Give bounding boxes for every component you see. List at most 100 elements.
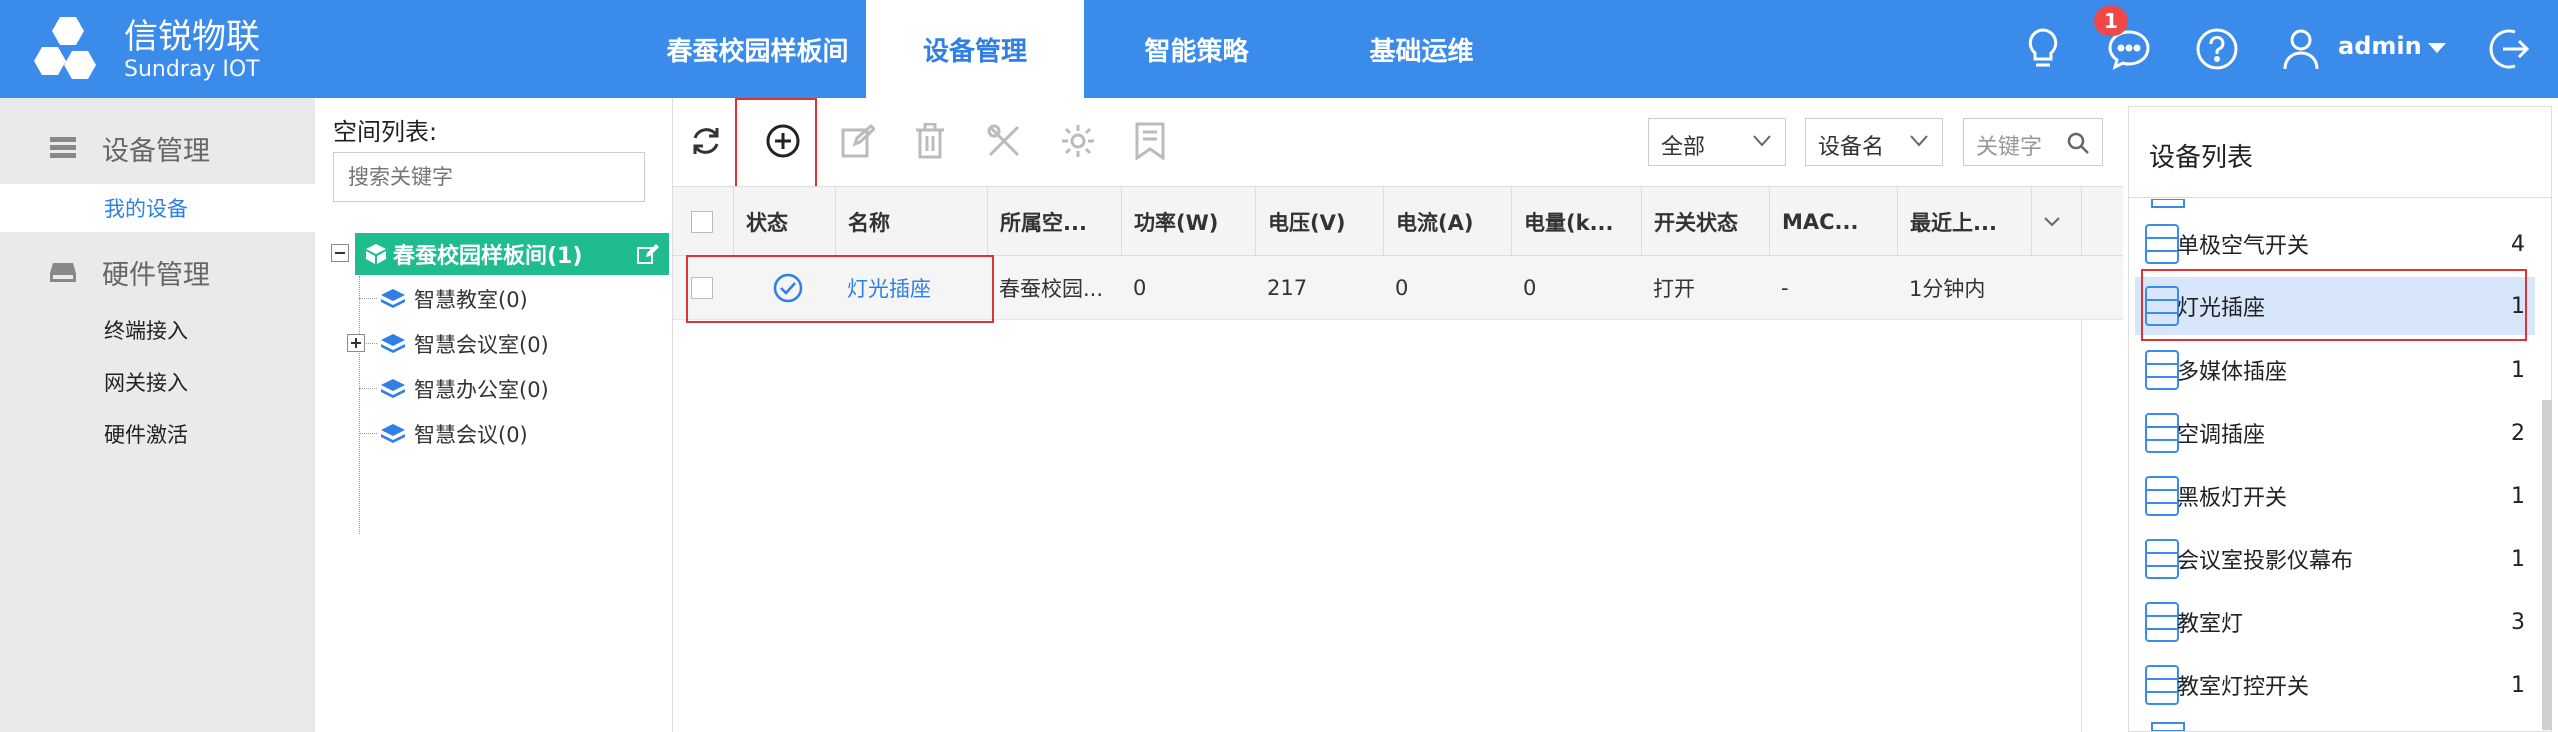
tree-node-smart-classroom[interactable]: 智慧教室(0) xyxy=(380,284,528,314)
device-type-icon xyxy=(2145,350,2179,390)
edit-button[interactable] xyxy=(833,116,883,166)
device-list-scrollbar[interactable] xyxy=(2542,400,2552,730)
cell-last-online: 1分钟内 xyxy=(1909,277,1986,301)
device-type-icon xyxy=(2151,722,2185,731)
tree-node-smart-meeting[interactable]: 智慧会议(0) xyxy=(380,419,528,449)
tree-root-label: 春蚕校园样板间(1) xyxy=(393,244,583,269)
layers-icon xyxy=(381,289,405,308)
tree-node-smart-office[interactable]: 智慧办公室(0) xyxy=(380,374,549,404)
logout-icon[interactable] xyxy=(2482,22,2536,76)
collapse-icon[interactable] xyxy=(331,244,349,262)
device-type-icon xyxy=(2145,665,2179,705)
cell-mac: - xyxy=(1781,276,1789,300)
device-type-icon xyxy=(2145,413,2179,453)
layers-icon xyxy=(381,424,405,443)
top-navbar: 信锐物联 Sundray IOT 春蚕校园样板间 设备管理 智能策略 基础运维 … xyxy=(0,0,2558,98)
column-switch-state[interactable]: 开关状态 xyxy=(1641,187,1769,257)
cell-energy: 0 xyxy=(1523,276,1537,300)
highlight-device-type xyxy=(2141,269,2527,341)
column-menu-dropdown[interactable] xyxy=(2031,187,2081,257)
column-energy[interactable]: 电量(k... xyxy=(1511,187,1641,257)
field-filter-select[interactable]: 设备名 xyxy=(1805,118,1943,166)
chevron-down-icon xyxy=(2044,217,2060,227)
sidebar-group-device-management[interactable]: 设备管理 xyxy=(0,118,315,178)
sidebar-group-hardware-management[interactable]: 硬件管理 xyxy=(0,242,315,302)
help-icon[interactable] xyxy=(2190,22,2244,76)
lightbulb-icon[interactable] xyxy=(2016,22,2070,76)
highlight-device-row xyxy=(686,255,994,323)
device-list-panel: 设备列表 单极空气开关 4 灯光插座 1 多媒体插座 1 空调插座 2 黑板灯开关 1 会… xyxy=(2128,106,2552,732)
logo-hexagons-icon xyxy=(34,17,96,79)
list-icon xyxy=(50,137,76,158)
status-filter-select[interactable]: 全部 xyxy=(1648,118,1786,166)
select-all-checkbox[interactable] xyxy=(673,187,733,257)
column-current[interactable]: 电流(A) xyxy=(1383,187,1511,257)
logo-title: 信锐物联 xyxy=(124,17,260,57)
caret-down-icon[interactable] xyxy=(2410,22,2464,76)
tab-campus-showroom[interactable]: 春蚕校园样板间 xyxy=(650,0,865,98)
sidebar-item-my-devices[interactable]: 我的设备 xyxy=(0,184,315,232)
gear-icon xyxy=(1062,125,1094,157)
tree-node-label: 智慧教室(0) xyxy=(414,288,528,312)
tree-node-label: 智慧会议(0) xyxy=(414,423,528,447)
hardware-icon xyxy=(50,263,76,282)
column-space[interactable]: 所属空... xyxy=(987,187,1121,257)
tools-button[interactable] xyxy=(979,116,1029,166)
cell-space: 春蚕校园... xyxy=(999,277,1104,301)
sidebar: 设备管理 我的设备 硬件管理 终端接入 网关接入 硬件激活 xyxy=(0,98,315,732)
layers-icon xyxy=(381,379,405,398)
device-type-icon xyxy=(2145,224,2179,264)
edit-icon xyxy=(841,124,875,158)
column-power[interactable]: 功率(W) xyxy=(1121,187,1255,257)
column-last-online[interactable]: 最近上... xyxy=(1897,187,2031,257)
refresh-icon[interactable] xyxy=(681,116,731,166)
status-filter-value: 全部 xyxy=(1661,135,1706,160)
expand-icon[interactable] xyxy=(347,334,365,352)
space-search-input[interactable] xyxy=(333,152,645,202)
device-type-item[interactable]: 空调插座 2 xyxy=(2135,404,2535,462)
bookmark-icon xyxy=(1135,122,1165,160)
device-type-item[interactable]: 多媒体插座 1 xyxy=(2135,341,2535,399)
trash-icon xyxy=(916,123,944,159)
sidebar-item-gateway-access[interactable]: 网关接入 xyxy=(0,358,315,406)
delete-button[interactable] xyxy=(905,116,955,166)
sidebar-item-hardware-activation[interactable]: 硬件激活 xyxy=(0,410,315,458)
cell-voltage: 217 xyxy=(1267,276,1308,300)
device-type-icon xyxy=(2151,199,2185,208)
device-type-item[interactable]: 单极空气开关 4 xyxy=(2135,215,2535,273)
sidebar-group-label: 设备管理 xyxy=(102,135,210,167)
tab-basic-ops[interactable]: 基础运维 xyxy=(1309,0,1534,98)
sidebar-item-terminal-access[interactable]: 终端接入 xyxy=(0,306,315,354)
keyword-placeholder: 关键字 xyxy=(1976,135,2043,160)
column-status[interactable]: 状态 xyxy=(733,187,835,257)
highlight-add-button xyxy=(735,98,817,188)
keyword-search-input[interactable]: 关键字 xyxy=(1963,118,2103,166)
table-header: 状态 名称 所属空... 功率(W) 电压(V) 电流(A) 电量(k... 开… xyxy=(673,186,2123,257)
edit-icon[interactable] xyxy=(637,243,659,265)
column-voltage[interactable]: 电压(V) xyxy=(1255,187,1383,257)
field-filter-value: 设备名 xyxy=(1818,135,1885,160)
chevron-down-icon xyxy=(1753,135,1771,147)
message-badge: 1 xyxy=(2094,6,2128,36)
tab-smart-strategy[interactable]: 智能策略 xyxy=(1084,0,1309,98)
tree-node-label: 智慧会议室(0) xyxy=(414,333,549,357)
device-list-title: 设备列表 xyxy=(2149,143,2254,173)
settings-button[interactable] xyxy=(1053,116,1103,166)
device-type-item[interactable]: 黑板灯开关 1 xyxy=(2135,467,2535,525)
bookmark-button[interactable] xyxy=(1125,116,1175,166)
device-type-item[interactable]: 教室灯 3 xyxy=(2135,593,2535,651)
tree-root-campus-showroom[interactable]: 春蚕校园样板间(1) xyxy=(355,233,669,275)
cell-switch-state: 打开 xyxy=(1653,277,1695,301)
device-type-item[interactable]: 会议室投影仪幕布 1 xyxy=(2135,530,2535,588)
column-mac[interactable]: MAC... xyxy=(1769,187,1897,257)
tab-device-management[interactable]: 设备管理 xyxy=(866,0,1084,98)
device-type-item[interactable]: 教室灯控开关 1 xyxy=(2135,656,2535,714)
search-icon[interactable] xyxy=(2066,131,2090,155)
user-icon[interactable] xyxy=(2274,22,2328,76)
tree-node-smart-meeting-room[interactable]: 智慧会议室(0) xyxy=(380,329,549,359)
column-name[interactable]: 名称 xyxy=(835,187,987,257)
layers-icon xyxy=(381,334,405,353)
device-type-icon xyxy=(2145,539,2179,579)
chevron-down-icon xyxy=(1910,135,1928,147)
logo: 信锐物联 Sundray IOT xyxy=(32,10,260,90)
